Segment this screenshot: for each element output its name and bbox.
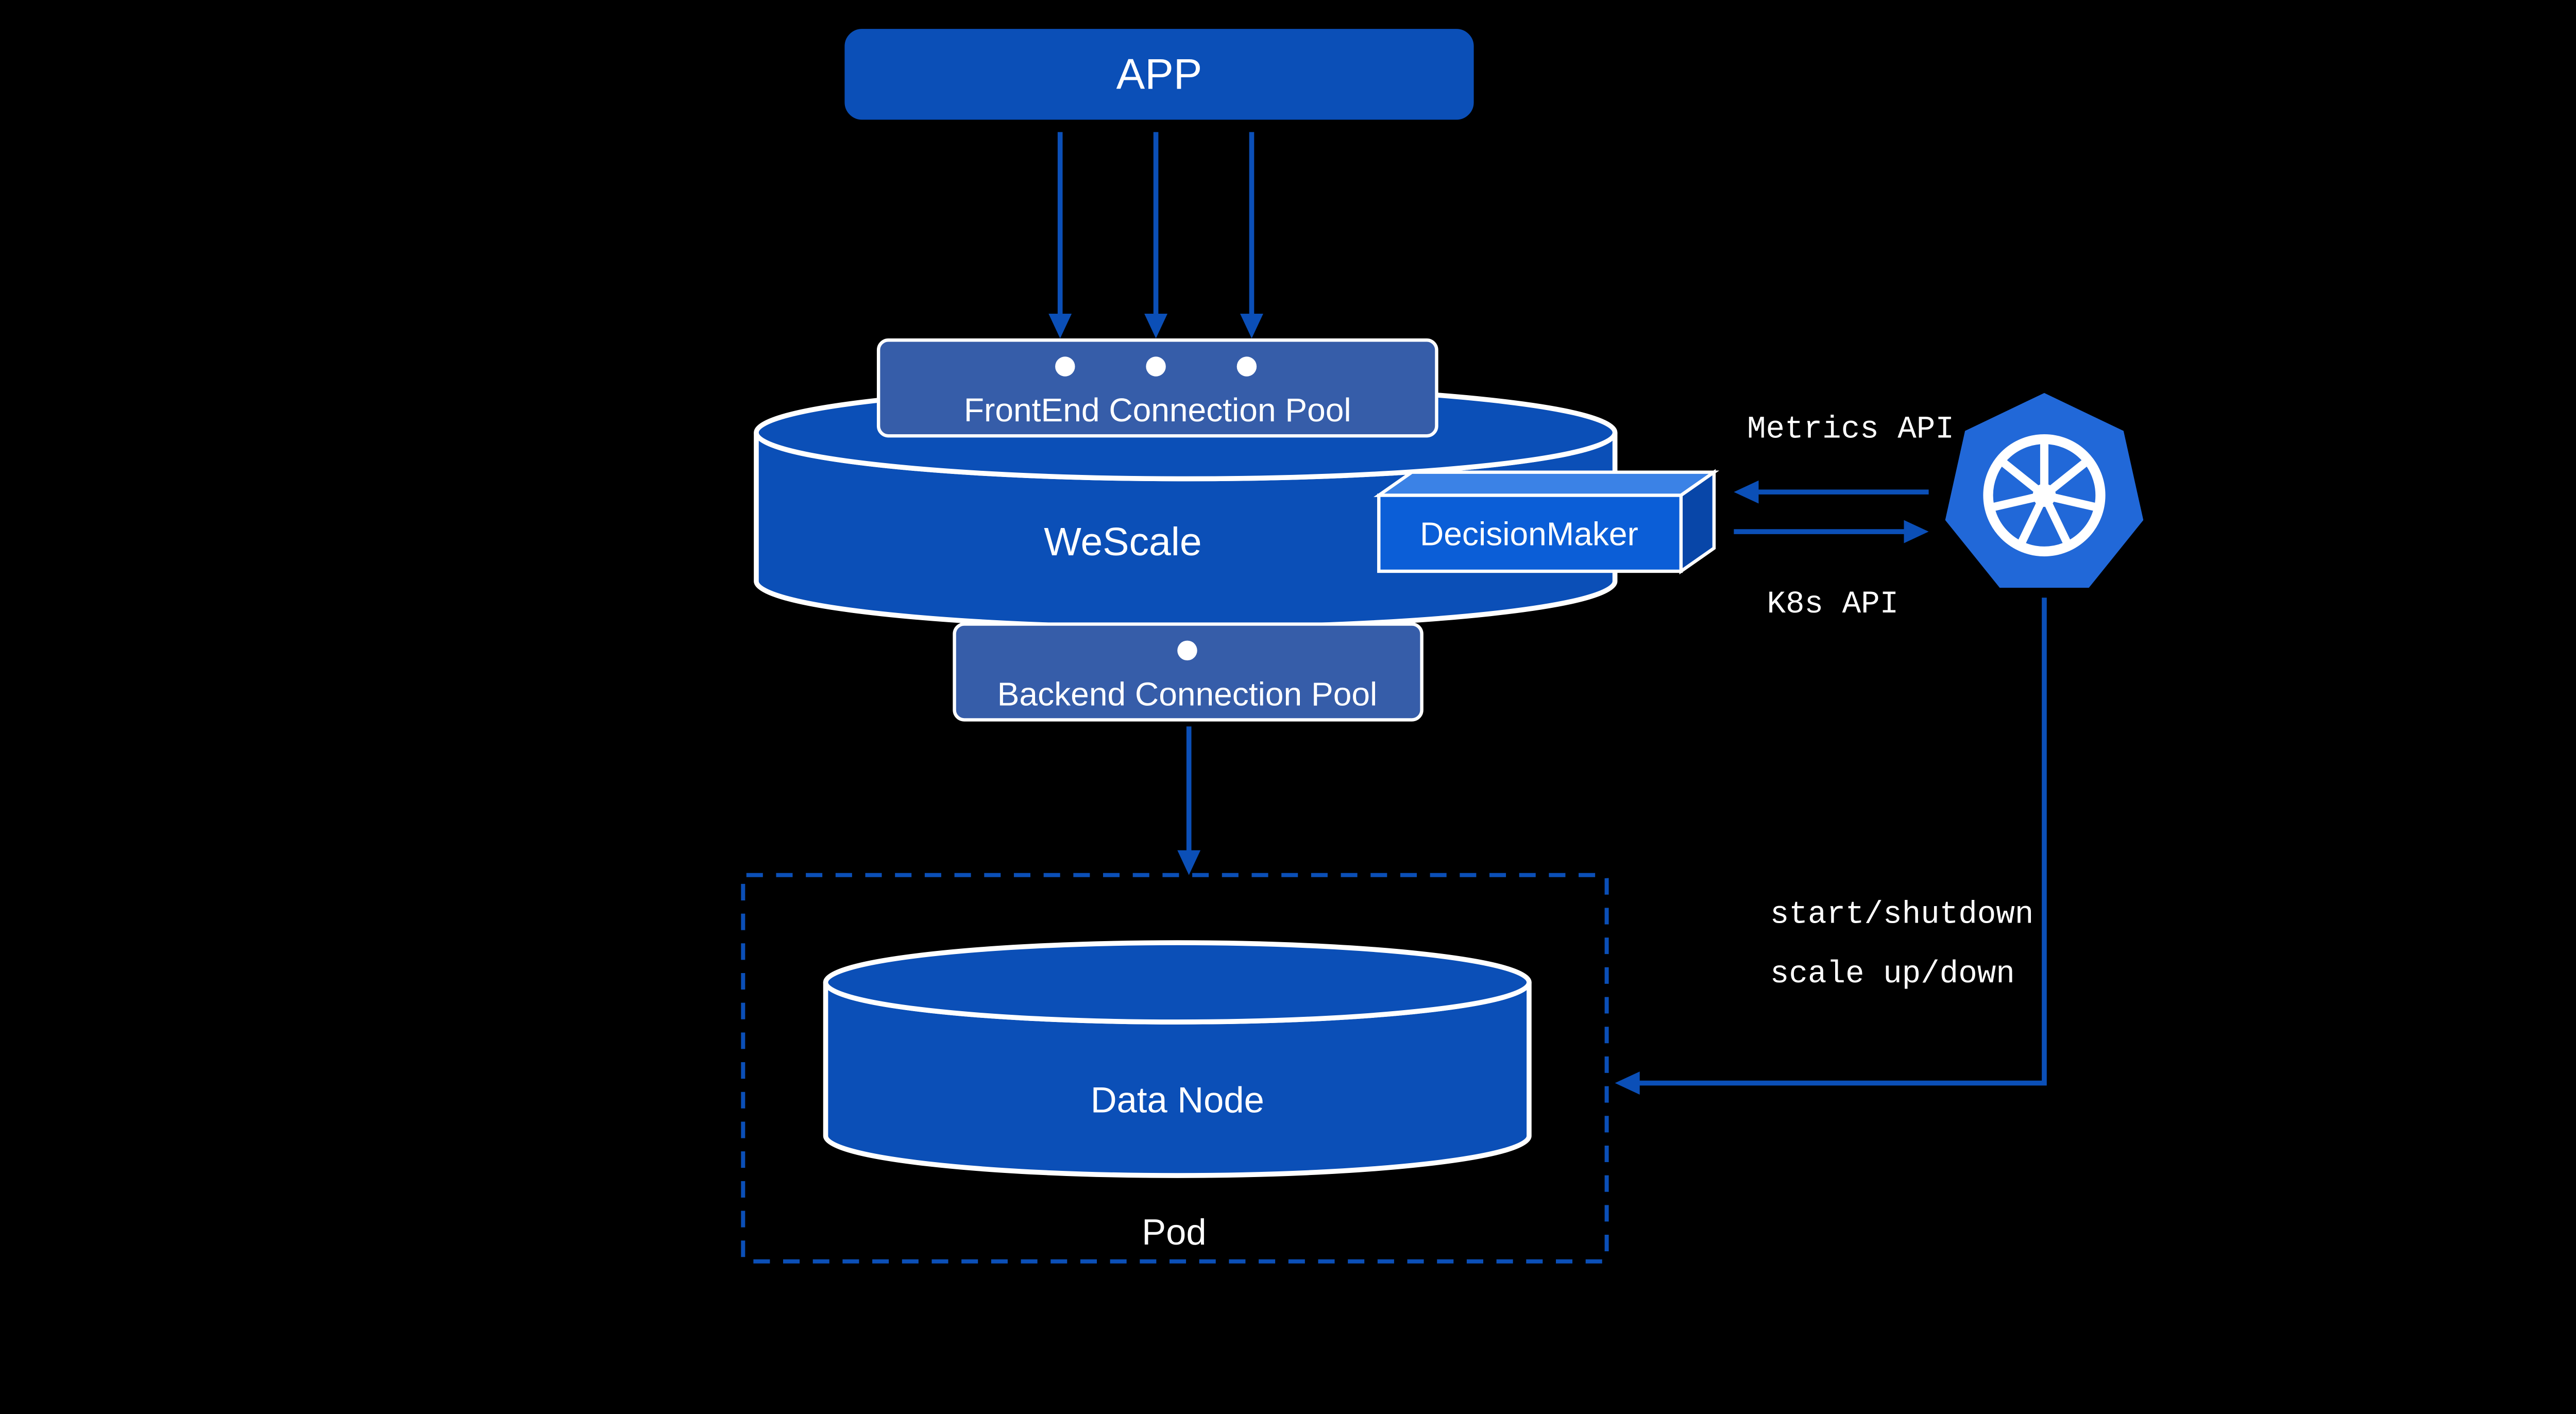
pod-label: Pod [1142,1212,1206,1252]
pool-dot-icon [1237,356,1257,376]
app-label: APP [1116,50,1202,98]
k8s-api-label: K8s API [1767,587,1899,622]
action-scale: scale up/down [1770,957,2015,992]
arrows-app-to-wescale [1048,132,1263,338]
arrow-k8s-to-pod [1615,598,2044,1095]
wescale-label: WeScale [1044,520,1201,564]
decision-maker: DecisionMaker [1379,472,1714,571]
architecture-diagram: APP WeScale FrontEnd Connection Pool Bac… [0,0,2576,1271]
frontend-pool: FrontEnd Connection Pool [878,340,1436,436]
pool-dot-icon [1146,356,1165,376]
data-node-label: Data Node [1091,1080,1264,1120]
action-start-shutdown: start/shutdown [1770,897,2033,933]
decision-maker-label: DecisionMaker [1420,516,1638,553]
arrows-dm-k8s [1734,481,1928,543]
kubernetes-icon [1945,393,2144,588]
backend-pool: Backend Connection Pool [955,624,1422,720]
pool-dot-icon [1055,356,1075,376]
arrow-wescale-to-pod [1177,726,1200,875]
pool-dot-icon [1177,641,1197,660]
metrics-api-label: Metrics API [1747,412,1954,447]
app-node: APP [845,30,1473,119]
data-node-cylinder: Data Node [826,943,1529,1176]
backend-pool-label: Backend Connection Pool [997,675,1378,712]
frontend-pool-label: FrontEnd Connection Pool [964,391,1351,429]
